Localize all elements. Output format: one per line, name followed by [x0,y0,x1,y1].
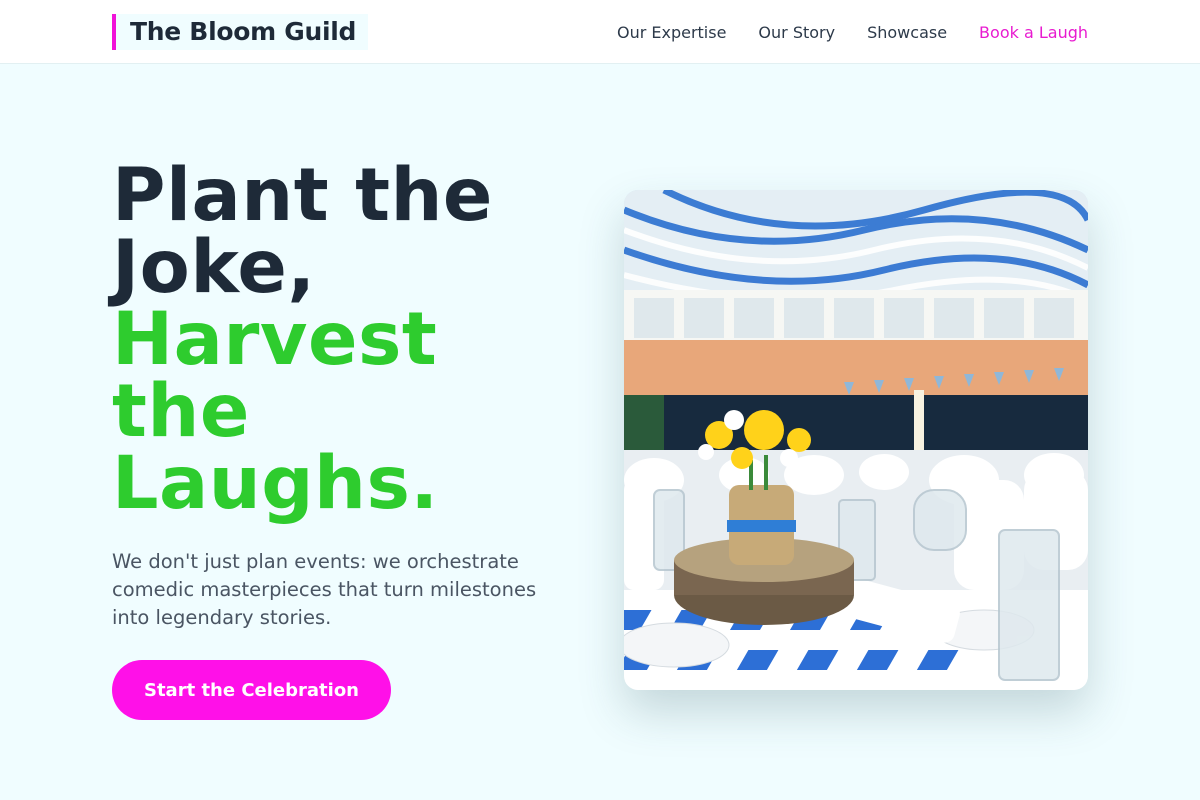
brand-logo[interactable]: The Bloom Guild [112,14,369,50]
nav-link-expertise[interactable]: Our Expertise [617,23,726,42]
hero-section: Plant the Joke, Harvest the Laughs. We d… [112,159,582,632]
banquet-hall-photo [624,190,1088,690]
start-celebration-button[interactable]: Start the Celebration [112,660,391,720]
hero-headline: Plant the Joke, Harvest the Laughs. [112,159,582,526]
nav-link-showcase[interactable]: Showcase [867,23,947,42]
nav-link-story[interactable]: Our Story [758,23,835,42]
nav-link-book[interactable]: Book a Laugh [979,23,1088,42]
headline-primary: Plant the Joke, [112,153,493,310]
headline-accent: Harvest the Laughs. [112,297,439,526]
main-nav: Our Expertise Our Story Showcase Book a … [585,0,1088,64]
hero-lead-text: We don't just plan events: we orchestrat… [112,550,537,629]
site-header: The Bloom Guild Our Expertise Our Story … [0,0,1200,64]
hero-image [624,190,1088,690]
